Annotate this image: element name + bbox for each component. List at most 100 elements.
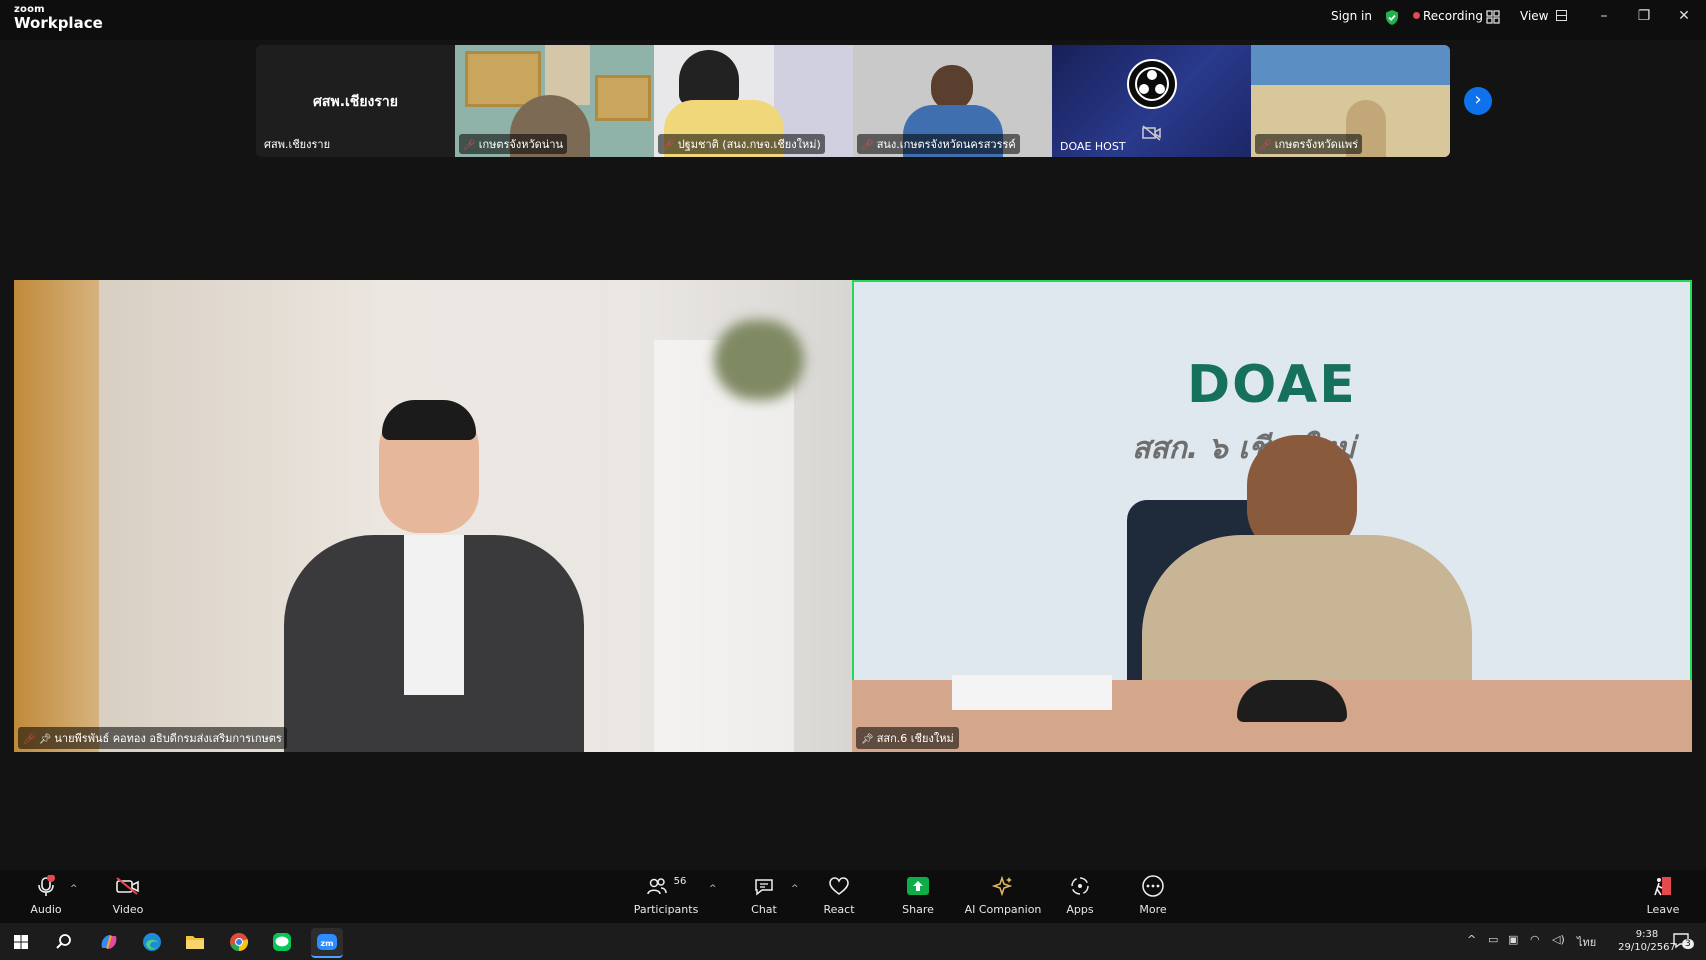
ai-companion-button[interactable]: AI Companion: [963, 872, 1043, 916]
video-tile-label: 📌︎ สสก.6 เชียงใหม่: [856, 727, 959, 749]
wifi-icon[interactable]: ◠: [1530, 933, 1540, 946]
participant-name: สนง.เกษตรจังหวัดนครสวรรค์: [876, 138, 1016, 151]
video-button[interactable]: Video: [88, 872, 168, 916]
file-explorer-icon[interactable]: [181, 928, 209, 956]
wall-picture-2: [595, 75, 651, 121]
participant-tile-doae-host[interactable]: DOAE HOST: [1052, 45, 1251, 157]
banner-top: [1251, 45, 1450, 85]
windows-taskbar: zm ^ ▭ ▣ ◠ ◁) ไทย 9:38 29/10/2567 3: [0, 923, 1706, 960]
participant-name: ศสพ.เชียงราย: [264, 138, 331, 151]
leave-label: Leave: [1646, 903, 1680, 916]
chat-button[interactable]: Chat: [724, 872, 804, 916]
tray-expand-icon[interactable]: ^: [1467, 933, 1476, 946]
zoom-workplace-logo: zoom Workplace: [14, 5, 103, 31]
audio-options-caret-icon[interactable]: ^: [70, 884, 78, 894]
more-button[interactable]: More: [1113, 872, 1193, 916]
participant-label: 🎤︎ เกษตรจังหวัดแพร่: [1255, 134, 1363, 154]
view-grid-icon: [1556, 10, 1568, 21]
background-cabinet: [14, 280, 99, 752]
minimize-icon[interactable]: –: [1594, 8, 1614, 24]
background-plant: [714, 320, 804, 400]
mic-muted-icon: 🎤︎: [23, 734, 36, 745]
audio-label: Audio: [30, 903, 62, 916]
participant-label: 🎤︎ ปฐมชาติ (สนง.กษจ.เชียงใหม่): [658, 134, 825, 154]
line-app-icon[interactable]: [268, 928, 296, 956]
participant-name: ปฐมชาติ (สนง.กษจ.เชียงใหม่): [677, 138, 821, 151]
copilot-icon[interactable]: [95, 928, 123, 956]
camera-off-icon: [1142, 125, 1162, 145]
mic-muted-icon: 🎤︎: [861, 140, 874, 151]
participant-tile-chiangmai[interactable]: 🎤︎ ปฐมชาติ (สนง.กษจ.เชียงใหม่): [654, 45, 853, 157]
participant-tile-nan[interactable]: 🎤︎ เกษตรจังหวัดน่าน: [455, 45, 654, 157]
apps-icon: [1040, 872, 1120, 900]
participants-count: 56: [673, 875, 687, 887]
react-button[interactable]: React: [799, 872, 879, 916]
mic-muted-icon: 🎤︎: [662, 140, 675, 151]
video-label: Video: [112, 903, 144, 916]
apps-button[interactable]: Apps: [1040, 872, 1120, 916]
share-button[interactable]: Share: [878, 872, 958, 916]
participant-name: เกษตรจังหวัดน่าน: [478, 138, 564, 151]
notification-icon[interactable]: 3: [1672, 931, 1694, 951]
restore-icon[interactable]: ❐: [1634, 8, 1654, 24]
participant-head: [679, 50, 739, 105]
participants-icon: 56: [626, 872, 706, 900]
windows-start-icon[interactable]: [7, 928, 35, 956]
participants-label: Participants: [633, 903, 699, 916]
participants-button[interactable]: 56 Participants: [626, 872, 706, 917]
speaker-shirt: [404, 535, 464, 695]
device-icon[interactable]: ▭: [1488, 933, 1498, 946]
edge-browser-icon[interactable]: [138, 928, 166, 956]
participant-tile-phrae[interactable]: 🎤︎ เกษตรจังหวัดแพร่: [1251, 45, 1450, 157]
close-icon[interactable]: ✕: [1674, 8, 1694, 24]
react-label: React: [823, 903, 855, 916]
video-tile-active-speaker[interactable]: DOAE สสก. ๖ เชียงใหม่ 📌︎ สสก.6 เชียงใหม่: [852, 280, 1692, 752]
participant-center-name: ศสพ.เชียงราย: [313, 94, 398, 110]
grid-layout-icon[interactable]: [1486, 10, 1500, 27]
encryption-shield-icon[interactable]: [1384, 9, 1400, 29]
pin-icon: 📌︎: [38, 734, 52, 745]
view-label: View: [1520, 9, 1549, 23]
apps-label: Apps: [1066, 903, 1094, 916]
title-bar: zoom Workplace Sign in Recording View – …: [0, 0, 1706, 40]
chrome-icon[interactable]: [225, 928, 253, 956]
participant-label: 🎤︎ สนง.เกษตรจังหวัดนครสวรรค์: [857, 134, 1020, 154]
pin-icon: 📌︎: [861, 734, 874, 745]
participant-head: [931, 65, 973, 110]
video-tile-label: 🎤︎ 📌︎ นายพีรพันธ์ คอทอง อธิบดีกรมส่งเสริมก…: [18, 727, 287, 749]
volume-icon[interactable]: ◁): [1552, 933, 1565, 946]
recording-indicator[interactable]: Recording: [1413, 9, 1483, 23]
next-page-chevron-icon[interactable]: ›: [1464, 87, 1492, 115]
video-tile-director-general[interactable]: 🎤︎ 📌︎ นายพีรพันธ์ คอทอง อธิบดีกรมส่งเสริมก…: [14, 280, 852, 752]
leave-icon: [1623, 872, 1703, 900]
ai-sparkle-icon: [963, 872, 1043, 900]
search-icon[interactable]: [50, 928, 78, 956]
speaker-hair: [382, 400, 476, 440]
notification-count: 3: [1682, 939, 1694, 949]
participants-options-caret-icon[interactable]: ^: [709, 884, 717, 894]
meeting-toolbar: Audio ^ Video 56 Participants ^ Chat ^ R…: [0, 870, 1706, 923]
heart-icon: [799, 872, 879, 900]
participant-name: เกษตรจังหวัดแพร่: [1274, 138, 1359, 151]
share-label: Share: [902, 903, 934, 916]
background-shelf: [654, 340, 794, 752]
svg-text:zm: zm: [321, 939, 334, 948]
leave-button[interactable]: Leave: [1623, 872, 1703, 916]
view-button[interactable]: View: [1520, 9, 1568, 23]
security-tray-icon[interactable]: ▣: [1508, 933, 1518, 946]
zoom-taskbar-icon[interactable]: zm: [311, 928, 343, 958]
wall-picture-1: [465, 51, 541, 107]
mic-muted-icon: 🎤︎: [1259, 140, 1272, 151]
mic-muted-icon: 🎤︎: [463, 140, 476, 151]
ai-companion-label: AI Companion: [964, 903, 1042, 916]
chat-options-caret-icon[interactable]: ^: [791, 884, 799, 894]
more-icon: [1113, 872, 1193, 900]
logo-big: Workplace: [14, 14, 103, 32]
input-language[interactable]: ไทย: [1577, 933, 1596, 951]
video-tile-name: สสก.6 เชียงใหม่: [876, 732, 954, 745]
audio-button[interactable]: Audio: [6, 872, 86, 916]
participant-tile-chiangrai[interactable]: ศสพ.เชียงราย ศสพ.เชียงราย: [256, 45, 455, 157]
sign-in-link[interactable]: Sign in: [1331, 9, 1372, 23]
participant-label: 🎤︎ เกษตรจังหวัดน่าน: [459, 134, 568, 154]
participant-tile-nakhonsawan[interactable]: 🎤︎ สนง.เกษตรจังหวัดนครสวรรค์: [853, 45, 1052, 157]
